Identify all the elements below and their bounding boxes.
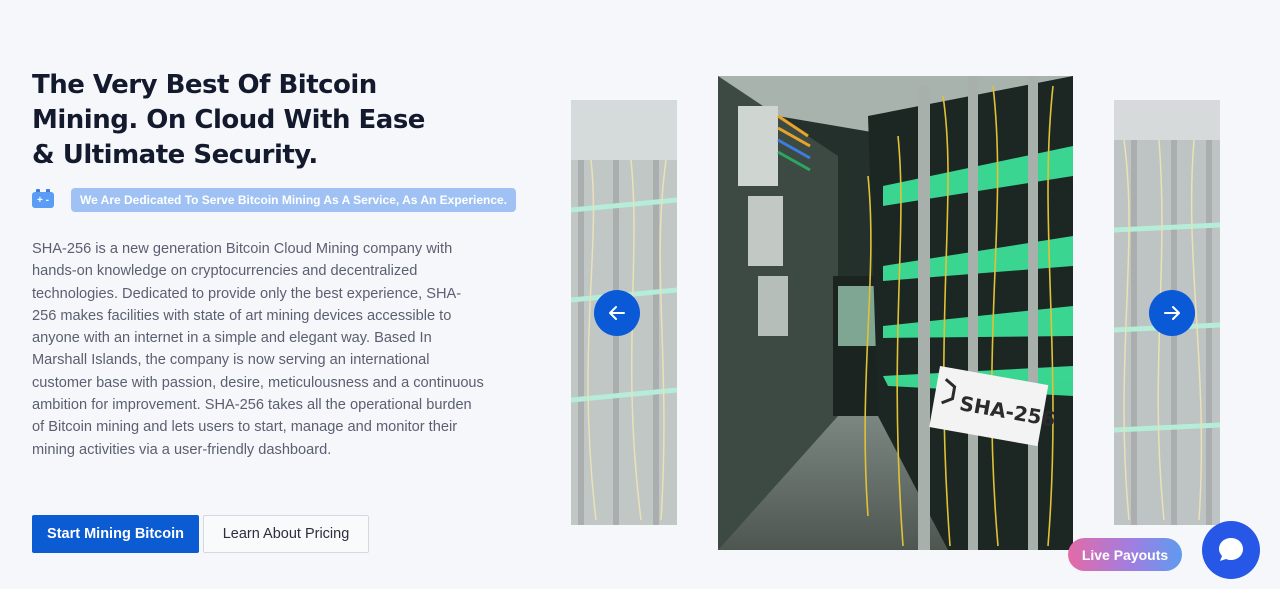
carousel-next-button[interactable] <box>1149 290 1195 336</box>
hero-title: The Very Best Of Bitcoin Mining. On Clou… <box>32 70 425 170</box>
carousel-prev-button[interactable] <box>594 290 640 336</box>
tagline-row: + - We Are Dedicated To Serve Bitcoin Mi… <box>32 188 517 212</box>
chat-button[interactable] <box>1202 521 1260 579</box>
hero-description: SHA-256 is a new generation Bitcoin Clou… <box>32 241 484 458</box>
arrow-left-icon <box>609 306 625 320</box>
start-mining-button[interactable]: Start Mining Bitcoin <box>32 515 199 553</box>
chat-bubble-icon <box>1219 538 1243 561</box>
carousel-slide-active: SHA-256 <box>718 76 1073 550</box>
live-payouts-button[interactable]: Live Payouts <box>1068 538 1182 571</box>
battery-icon: + - <box>32 189 54 208</box>
tagline-badge: We Are Dedicated To Serve Bitcoin Mining… <box>71 188 517 212</box>
arrow-right-icon <box>1164 306 1180 320</box>
learn-pricing-button[interactable]: Learn About Pricing <box>203 515 369 553</box>
